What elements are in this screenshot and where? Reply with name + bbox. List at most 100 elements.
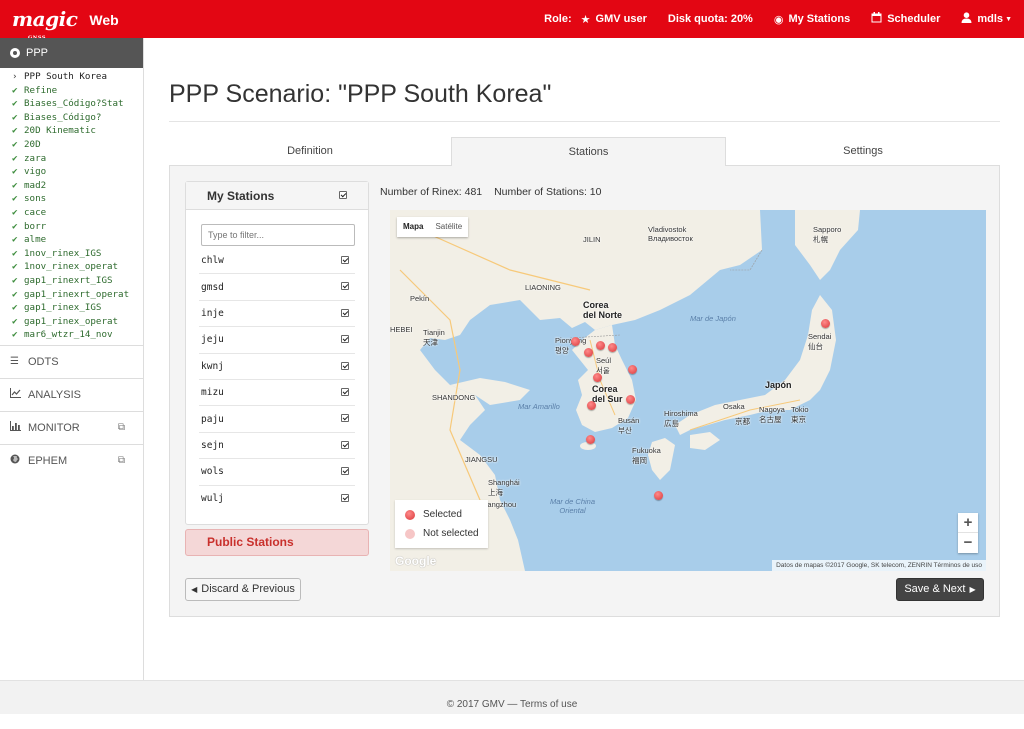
station-filter-input[interactable]: [201, 224, 355, 246]
station-marker[interactable]: [626, 395, 635, 404]
public-stations-button[interactable]: Public Stations: [185, 529, 369, 556]
tree-item[interactable]: ✔ 20D Kinematic: [0, 124, 143, 138]
check-icon: ✔: [12, 179, 18, 191]
station-marker[interactable]: [571, 337, 580, 346]
sidebar-section-analysis[interactable]: ANALYSIS: [0, 377, 143, 411]
save-next-button[interactable]: Save & Next ▶: [896, 578, 984, 601]
station-row[interactable]: jeju: [199, 327, 355, 354]
tree-item[interactable]: ✔ 1nov_rinex_IGS: [0, 247, 143, 261]
station-marker[interactable]: [584, 348, 593, 357]
my-stations-header: My Stations: [186, 182, 368, 210]
station-map[interactable]: Mapa Satélite JILIN Vladivostok Владивос…: [390, 210, 986, 571]
station-checkbox[interactable]: [341, 440, 349, 449]
station-checkbox[interactable]: [341, 335, 349, 344]
legend-selected-label: Selected: [423, 509, 462, 520]
check-icon: ✔: [12, 138, 18, 150]
brand-logo: magic GNSS: [12, 9, 78, 41]
station-checkbox[interactable]: [341, 387, 349, 396]
check-icon: ✔: [12, 247, 18, 259]
station-marker[interactable]: [654, 491, 663, 500]
tree-item-label: gap1_rinexrt_operat: [24, 288, 130, 300]
station-marker[interactable]: [608, 343, 617, 352]
external-link-icon[interactable]: ⧉: [118, 455, 125, 466]
tree-item[interactable]: ✔ alme: [0, 233, 143, 247]
tree-item[interactable]: ✔ borr: [0, 220, 143, 234]
external-link-icon[interactable]: ⧉: [118, 422, 125, 433]
station-row[interactable]: wols: [199, 459, 355, 486]
tree-item[interactable]: ✔ vigo: [0, 165, 143, 179]
tree-item[interactable]: ✔ 1nov_rinex_operat: [0, 260, 143, 274]
tree-item[interactable]: ✔ 20D: [0, 138, 143, 152]
sidebar-section-ephem[interactable]: EPHEM ⧉: [0, 443, 143, 477]
station-checkbox[interactable]: [341, 414, 349, 423]
tree-item[interactable]: ✔ Biases_Código?Stat: [0, 97, 143, 111]
tab-stations[interactable]: Stations: [451, 137, 726, 167]
tree-item[interactable]: ✔ Refine: [0, 84, 143, 98]
station-marker[interactable]: [821, 319, 830, 328]
tree-item[interactable]: ✔ gap1_rinex_IGS: [0, 301, 143, 315]
station-checkbox[interactable]: [341, 282, 349, 291]
selected-marker-icon: [405, 509, 415, 520]
tree-item[interactable]: ✔ gap1_rinexrt_operat: [0, 288, 143, 302]
station-marker[interactable]: [587, 401, 596, 410]
sidebar-section-odts[interactable]: ☰ ODTS: [0, 344, 143, 378]
station-marker[interactable]: [596, 341, 605, 350]
station-marker[interactable]: [586, 435, 595, 444]
disk-quota: Disk quota: 20%: [668, 13, 753, 25]
station-row[interactable]: chlw: [199, 248, 355, 275]
station-checkbox[interactable]: [341, 361, 349, 370]
station-marker[interactable]: [593, 373, 602, 382]
station-row[interactable]: kwnj: [199, 354, 355, 380]
station-row[interactable]: inje: [199, 301, 355, 328]
user-menu[interactable]: mdls ▼: [961, 12, 1012, 26]
tree-item[interactable]: ✔ zara: [0, 152, 143, 166]
page-title: PPP Scenario: "PPP South Korea": [169, 80, 552, 108]
map-label: Vladivostok Владивосток: [648, 225, 693, 243]
nav-scheduler[interactable]: Scheduler: [871, 12, 940, 26]
map-type-satellite[interactable]: Satélite: [429, 217, 468, 237]
station-name: gmsd: [201, 281, 224, 293]
zoom-out-button[interactable]: −: [958, 533, 978, 553]
tree-item[interactable]: ✔ mad2: [0, 179, 143, 193]
zoom-in-button[interactable]: +: [958, 513, 978, 533]
tree-item[interactable]: ✔ Biases_Código?: [0, 111, 143, 125]
check-icon: ✔: [12, 220, 18, 232]
tab-definition[interactable]: Definition: [169, 137, 451, 166]
station-checkbox[interactable]: [341, 467, 349, 476]
station-marker[interactable]: [628, 365, 637, 374]
select-all-checkbox[interactable]: [339, 191, 347, 199]
station-row[interactable]: gmsd: [199, 274, 355, 301]
tree-item[interactable]: ✔ mar6_wtzr_14_nov: [0, 328, 143, 342]
nav-my-stations[interactable]: ◉ My Stations: [774, 13, 850, 26]
disk-quota-text: Disk quota: 20%: [667, 13, 753, 25]
sidebar-section-monitor[interactable]: MONITOR ⧉: [0, 410, 143, 444]
tree-item[interactable]: › PPP South Korea: [0, 70, 143, 84]
map-label: Corea del Norte: [583, 300, 623, 320]
station-row[interactable]: paju: [199, 406, 355, 433]
station-row[interactable]: sejn: [199, 433, 355, 460]
station-row[interactable]: mizu: [199, 380, 355, 407]
station-row[interactable]: wulj: [199, 486, 355, 512]
check-icon: ✔: [12, 315, 18, 327]
map-label: Tianjin 天津: [423, 328, 445, 347]
station-list: chlw gmsd inje jeju kwnj mizu paju sejn …: [199, 248, 355, 512]
station-checkbox[interactable]: [341, 256, 349, 264]
map-type-map[interactable]: Mapa: [397, 217, 429, 237]
tree-item[interactable]: ✔ gap1_rinexrt_IGS: [0, 274, 143, 288]
tree-item[interactable]: ✔ gap1_rinex_operat: [0, 315, 143, 329]
caret-left-icon: ◀: [191, 585, 198, 594]
tab-settings[interactable]: Settings: [726, 137, 1000, 166]
brand[interactable]: magic GNSS Web: [12, 9, 119, 41]
nav-my-stations-label: My Stations: [788, 13, 851, 25]
sidebar-header-label: PPP: [26, 47, 49, 59]
tree-item[interactable]: ✔ sons: [0, 192, 143, 206]
map-attribution[interactable]: Datos de mapas ©2017 Google, SK telecom,…: [772, 560, 986, 571]
tree-item[interactable]: ✔ cace: [0, 206, 143, 220]
tree-item-label: PPP South Korea: [24, 71, 107, 82]
station-checkbox[interactable]: [341, 493, 349, 502]
tree-item-label: gap1_rinexrt_IGS: [24, 274, 113, 286]
discard-previous-button[interactable]: ◀ Discard & Previous: [185, 578, 301, 601]
station-checkbox[interactable]: [341, 308, 349, 317]
check-icon: ✔: [12, 206, 18, 218]
sidebar-header-ppp[interactable]: PPP: [0, 38, 143, 68]
